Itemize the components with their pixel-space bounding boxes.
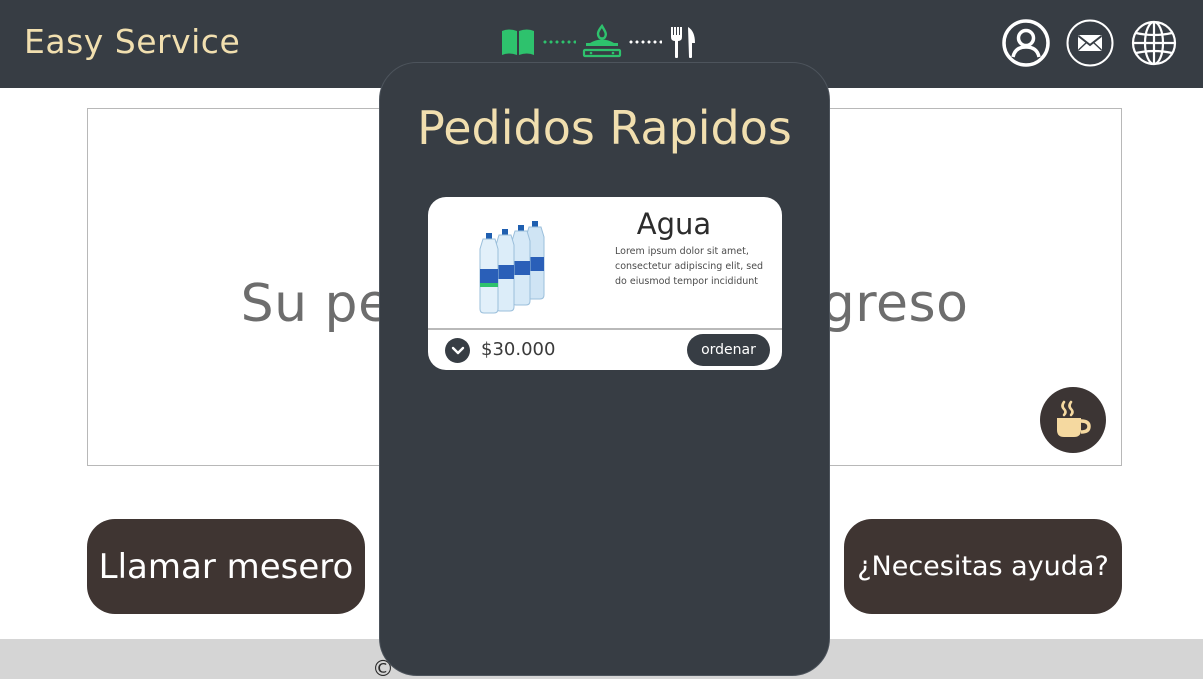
- order-button[interactable]: ordenar: [687, 334, 770, 366]
- quick-orders-modal: Pedidos Rapidos Agua Lorem ipsum dolor s…: [379, 62, 830, 676]
- user-profile-icon[interactable]: [1001, 18, 1051, 68]
- help-button[interactable]: ¿Necesitas ayuda?: [844, 519, 1122, 614]
- call-waiter-button[interactable]: Llamar mesero: [87, 519, 365, 614]
- brand-logo-text[interactable]: Easy Service: [24, 22, 240, 61]
- progress-dots-1: [542, 40, 576, 44]
- fork-knife-icon: [668, 25, 698, 59]
- chevron-down-icon[interactable]: [445, 338, 470, 363]
- water-bottles-image: [478, 219, 554, 315]
- order-progress-tracker: [500, 24, 698, 60]
- modal-title: Pedidos Rapidos: [417, 101, 792, 155]
- product-price: $30.000: [481, 339, 556, 360]
- progress-dots-2: [628, 40, 662, 44]
- mail-icon[interactable]: [1065, 18, 1115, 68]
- product-name: Agua: [636, 207, 712, 241]
- card-divider: [428, 328, 782, 330]
- cooking-pot-icon: [582, 24, 622, 60]
- coffee-cup-button[interactable]: [1040, 387, 1106, 453]
- globe-icon[interactable]: [1129, 18, 1179, 68]
- coffee-cup-icon: [1057, 400, 1091, 437]
- open-book-icon: [500, 27, 536, 57]
- product-description: Lorem ipsum dolor sit amet, consectetur …: [615, 246, 764, 287]
- header-icon-group: [1001, 18, 1179, 68]
- product-card: Agua Lorem ipsum dolor sit amet, consect…: [428, 197, 782, 370]
